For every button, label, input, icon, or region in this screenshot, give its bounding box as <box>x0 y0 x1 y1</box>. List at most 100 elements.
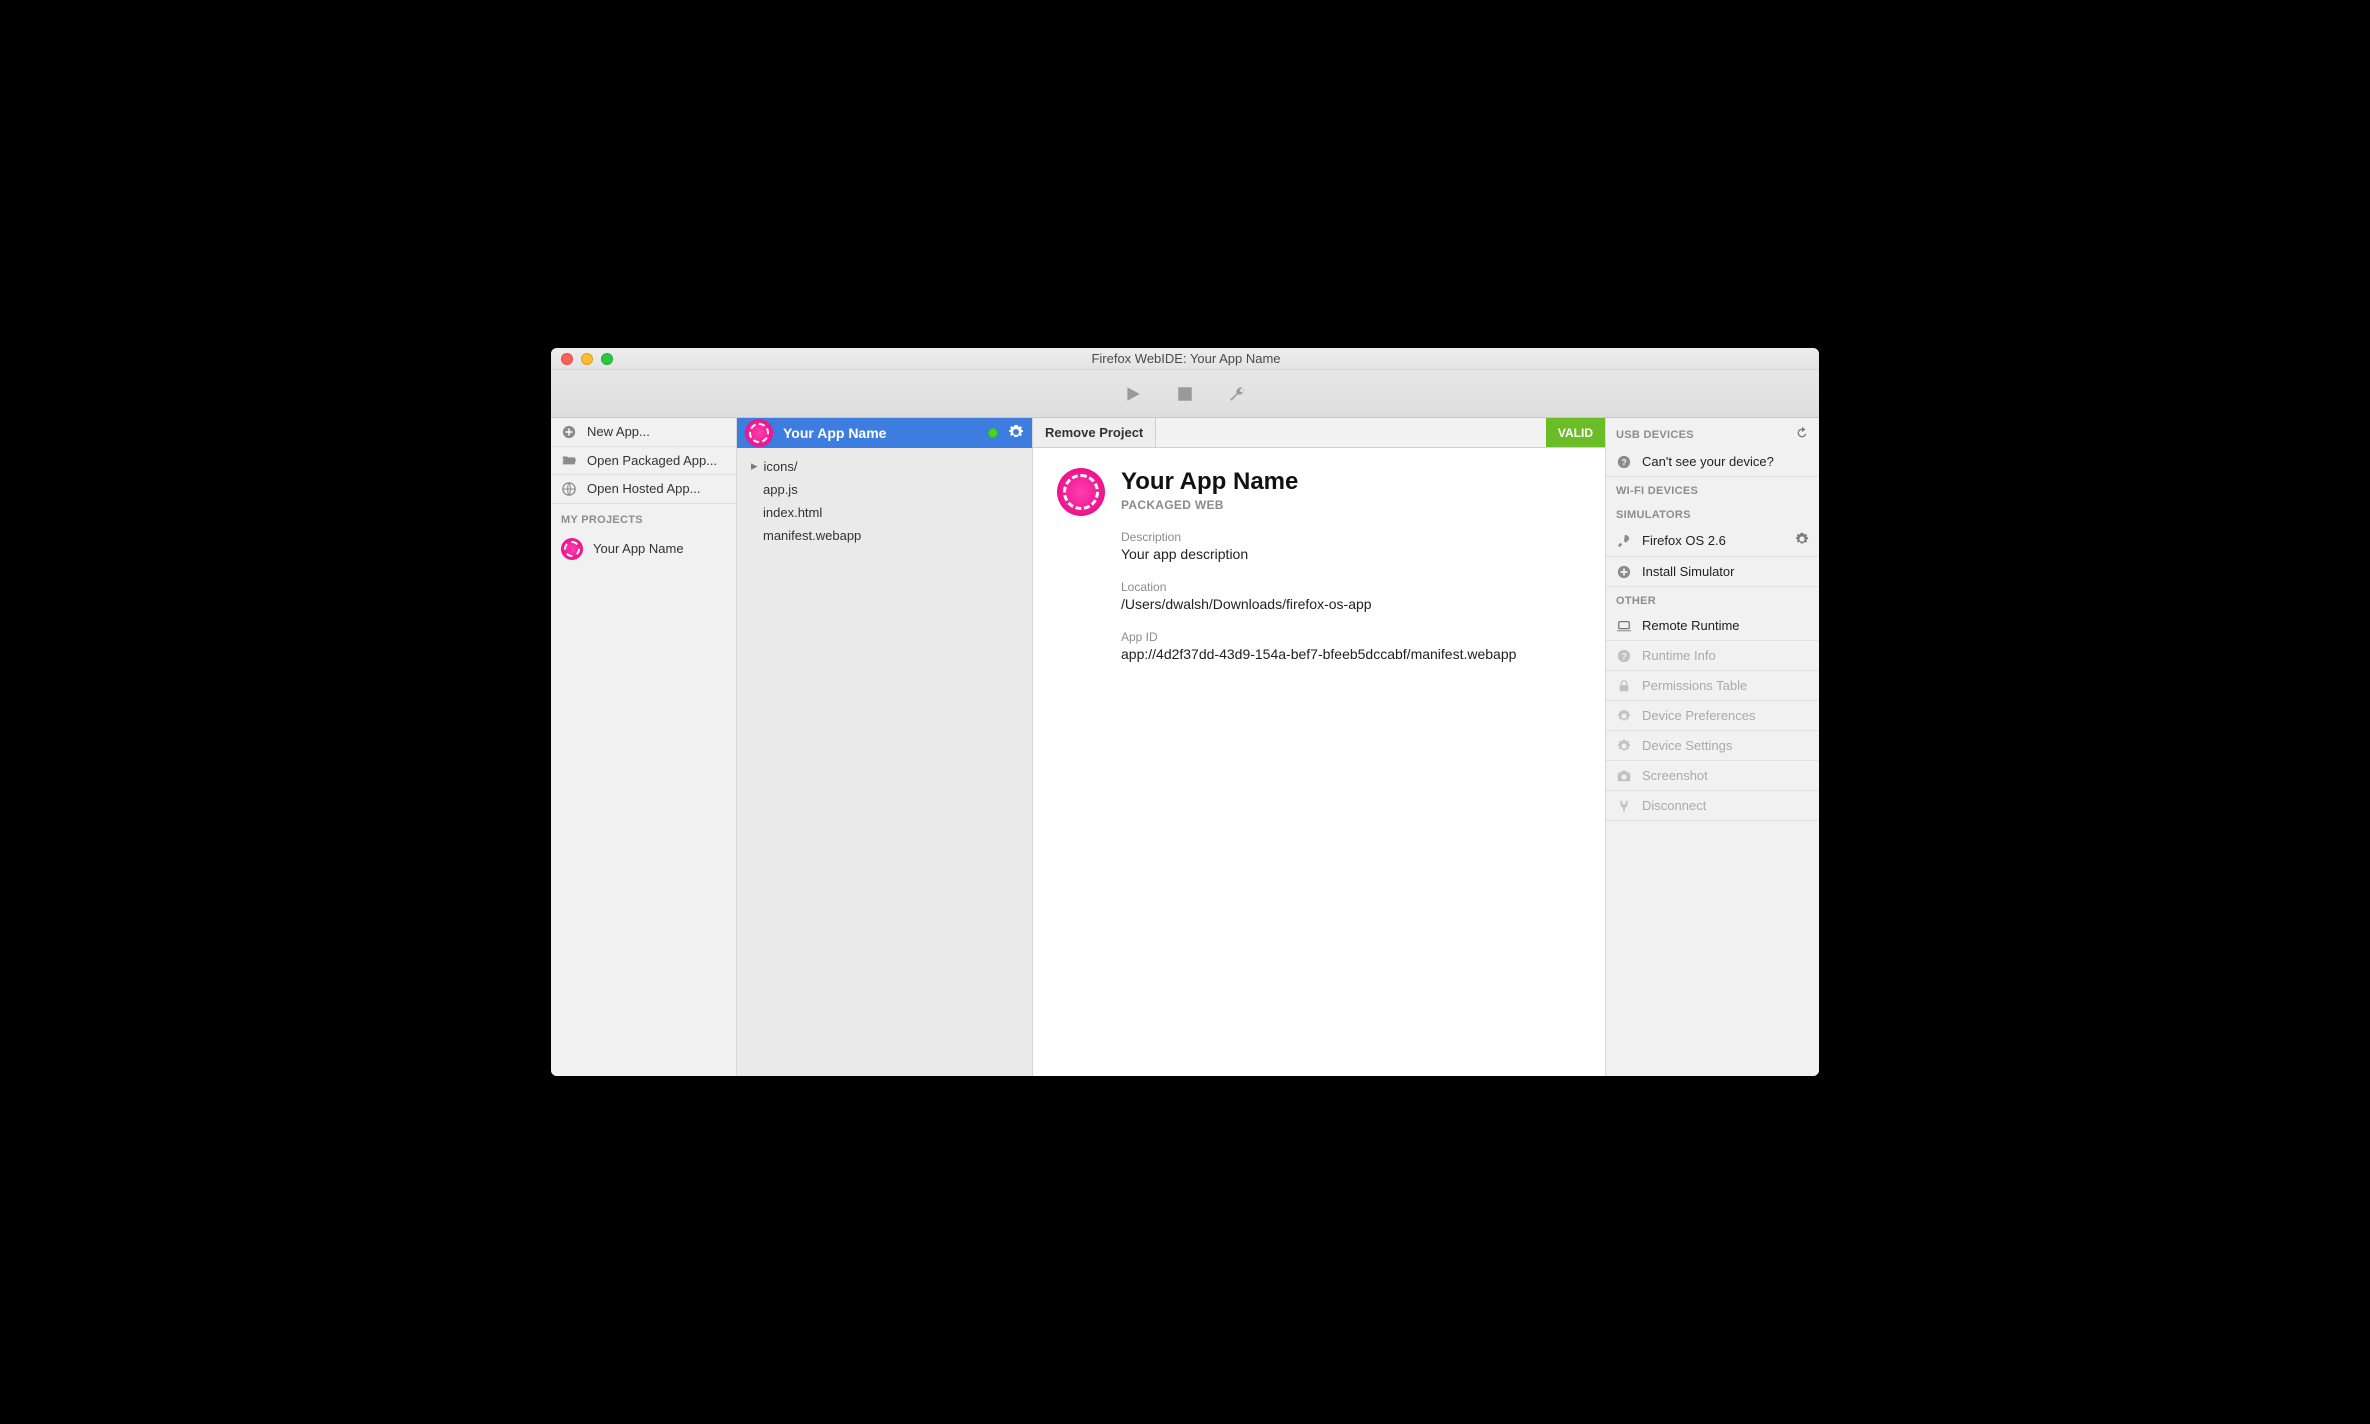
app-icon <box>1057 468 1105 516</box>
window-controls <box>551 353 613 365</box>
help-circle-icon: ? <box>1616 649 1632 663</box>
description-value: Your app description <box>1121 546 1516 562</box>
chevron-right-icon: ▸ <box>751 458 758 474</box>
status-indicator-icon <box>988 428 998 438</box>
zoom-window-button[interactable] <box>601 353 613 365</box>
app-name: Your App Name <box>1121 468 1516 496</box>
app-icon <box>745 419 773 447</box>
device-settings-label: Device Settings <box>1642 738 1732 753</box>
camera-icon <box>1616 769 1632 783</box>
titlebar: Firefox WebIDE: Your App Name <box>551 348 1819 370</box>
open-packaged-label: Open Packaged App... <box>587 453 717 469</box>
other-header: OTHER <box>1606 587 1819 611</box>
play-icon[interactable] <box>1124 385 1142 403</box>
wifi-header-label: WI-FI DEVICES <box>1616 485 1698 497</box>
permissions-label: Permissions Table <box>1642 678 1747 693</box>
usb-header: USB DEVICES <box>1606 418 1819 447</box>
new-app-item[interactable]: New App... <box>551 418 736 447</box>
remove-project-label: Remove Project <box>1045 425 1143 440</box>
install-simulator[interactable]: Install Simulator <box>1606 557 1819 587</box>
tree-folder[interactable]: ▸ icons/ <box>737 454 1032 478</box>
projects-panel: New App... Open Packaged App... Open Hos… <box>551 418 737 1076</box>
device-settings: Device Settings <box>1606 731 1819 761</box>
window-title: Firefox WebIDE: Your App Name <box>613 351 1819 366</box>
wifi-header: WI-FI DEVICES <box>1606 477 1819 501</box>
cant-see-device[interactable]: ? Can't see your device? <box>1606 447 1819 477</box>
toolbar <box>551 370 1819 418</box>
tree-header-name: Your App Name <box>783 425 978 441</box>
appid-label: App ID <box>1121 630 1516 644</box>
install-simulator-label: Install Simulator <box>1642 564 1734 579</box>
wrench-icon[interactable] <box>1228 385 1246 403</box>
remove-project-button[interactable]: Remove Project <box>1033 418 1156 447</box>
tree-file[interactable]: index.html <box>737 501 1032 524</box>
open-hosted-label: Open Hosted App... <box>587 481 700 497</box>
file-tree-panel: Your App Name ▸ icons/ app.js index.html <box>737 418 1033 1076</box>
new-app-label: New App... <box>587 424 650 440</box>
tree-file[interactable]: app.js <box>737 478 1032 501</box>
my-projects-header: MY PROJECTS <box>551 504 736 532</box>
header-spacer <box>1156 418 1546 447</box>
runtime-info-label: Runtime Info <box>1642 648 1716 663</box>
remote-runtime[interactable]: Remote Runtime <box>1606 611 1819 641</box>
tree-item-label: manifest.webapp <box>763 528 861 543</box>
device-preferences: Device Preferences <box>1606 701 1819 731</box>
project-name: Your App Name <box>593 541 684 556</box>
tree-item-label: index.html <box>763 505 822 520</box>
gear-icon[interactable] <box>1008 424 1024 443</box>
screenshot-label: Screenshot <box>1642 768 1708 783</box>
project-item[interactable]: Your App Name <box>551 532 736 566</box>
location-label: Location <box>1121 580 1516 594</box>
app-type: PACKAGED WEB <box>1121 498 1516 512</box>
simulators-header-label: SIMULATORS <box>1616 509 1691 521</box>
permissions-table: Permissions Table <box>1606 671 1819 701</box>
main-panel: Remove Project VALID Your App Name PACKA… <box>1033 418 1605 1076</box>
runtime-info: ? Runtime Info <box>1606 641 1819 671</box>
disconnect-label: Disconnect <box>1642 798 1706 813</box>
app-window: Firefox WebIDE: Your App Name New App... <box>551 348 1819 1076</box>
plug-icon <box>1616 799 1632 813</box>
close-window-button[interactable] <box>561 353 573 365</box>
cant-see-label: Can't see your device? <box>1642 454 1774 469</box>
laptop-icon <box>1616 619 1632 633</box>
tree-item-label: icons/ <box>764 459 798 474</box>
plus-circle-icon <box>561 425 577 439</box>
rocket-icon <box>1616 534 1632 548</box>
valid-badge: VALID <box>1546 418 1605 447</box>
device-prefs-label: Device Preferences <box>1642 708 1755 723</box>
project-header-bar: Remove Project VALID <box>1033 418 1605 448</box>
gear-icon <box>1616 709 1632 723</box>
location-value: /Users/dwalsh/Downloads/firefox-os-app <box>1121 596 1516 612</box>
simulators-header: SIMULATORS <box>1606 501 1819 525</box>
runtimes-panel: USB DEVICES ? Can't see your device? WI-… <box>1605 418 1819 1076</box>
appid-value: app://4d2f37dd-43d9-154a-bef7-bfeeb5dcca… <box>1121 646 1516 662</box>
usb-header-label: USB DEVICES <box>1616 429 1694 441</box>
tree-header: Your App Name <box>737 418 1032 448</box>
remote-runtime-label: Remote Runtime <box>1642 618 1740 633</box>
app-details: Your App Name PACKAGED WEB Description Y… <box>1033 448 1605 682</box>
description-label: Description <box>1121 530 1516 544</box>
tree-file[interactable]: manifest.webapp <box>737 524 1032 547</box>
stop-icon[interactable] <box>1176 385 1194 403</box>
help-circle-icon: ? <box>1616 455 1632 469</box>
file-list: ▸ icons/ app.js index.html manifest.weba… <box>737 448 1032 553</box>
refresh-icon[interactable] <box>1795 426 1809 443</box>
other-header-label: OTHER <box>1616 595 1656 607</box>
svg-text:?: ? <box>1621 457 1626 467</box>
gear-icon[interactable] <box>1795 532 1809 549</box>
minimize-window-button[interactable] <box>581 353 593 365</box>
valid-label: VALID <box>1558 426 1593 440</box>
app-icon <box>561 538 583 560</box>
plus-circle-icon <box>1616 565 1632 579</box>
svg-text:?: ? <box>1621 651 1626 661</box>
disconnect: Disconnect <box>1606 791 1819 821</box>
lock-icon <box>1616 679 1632 693</box>
open-packaged-item[interactable]: Open Packaged App... <box>551 447 736 476</box>
globe-icon <box>561 482 577 496</box>
tree-item-label: app.js <box>763 482 798 497</box>
gear-icon <box>1616 739 1632 753</box>
open-hosted-item[interactable]: Open Hosted App... <box>551 475 736 504</box>
simulator-item[interactable]: Firefox OS 2.6 <box>1606 525 1819 557</box>
simulator-name: Firefox OS 2.6 <box>1642 533 1726 548</box>
screenshot: Screenshot <box>1606 761 1819 791</box>
